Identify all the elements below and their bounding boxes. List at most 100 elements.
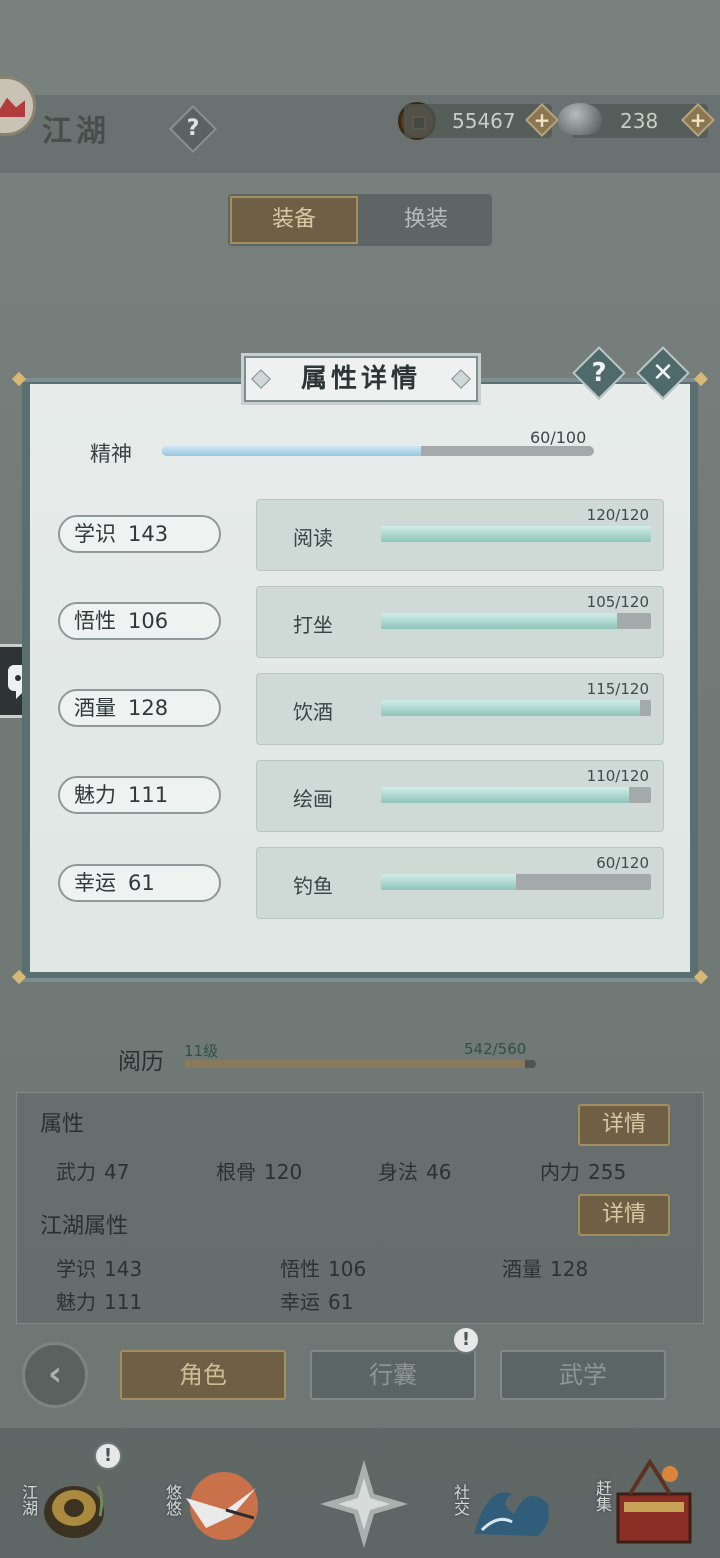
jianghu-attribute-item: 酒量 128 [502,1253,588,1282]
plus-icon: + [533,108,551,132]
stat-label: 魅力 [74,783,116,807]
skill-value: 110/120 [586,767,649,785]
skill-name: 绘画 [293,787,333,811]
star-compass-icon [320,1460,408,1548]
attribute-label: 内力 [540,1160,580,1184]
attributes-heading: 属性 [40,1112,85,1137]
bottom-item-center[interactable] [308,1450,418,1550]
page-title: 江湖 [42,114,110,149]
attribute-item: 武力 47 [56,1156,129,1185]
skill-value: 105/120 [586,593,649,611]
bottom-item-youyou[interactable]: 悠悠 [156,1450,266,1550]
silver-amount: 238 [620,109,659,133]
skill-bar [381,526,651,542]
jianghu-attribute-item: 学识 143 [56,1253,142,1282]
skill-name: 钓鱼 [293,874,333,898]
experience-value: 542/560 [464,1040,527,1058]
stat-label: 学识 [74,522,116,546]
attribute-label: 幸运 [280,1290,320,1314]
stat-pill: 酒量 128 [58,689,221,727]
skill-bar-fill [381,787,629,803]
stat-pill: 悟性 106 [58,602,221,640]
crane-icon [186,1472,258,1540]
skill-bar [381,874,651,890]
skill-bar-fill [381,700,640,716]
wave-icon [474,1492,549,1536]
skill-bar [381,613,651,629]
equip-tabs: 装备 换装 [228,194,492,246]
skill-bar-fill [381,526,651,542]
attribute-value: 111 [104,1290,143,1314]
question-icon: ? [591,358,607,388]
cart-icon [616,1458,692,1544]
plus-icon: + [689,108,707,132]
stat-label: 幸运 [74,871,116,895]
stat-label: 酒量 [74,696,116,720]
stat-value: 143 [128,522,169,546]
skill-card: 打坐 105/120 [256,586,664,658]
attributes-detail-button[interactable]: 详情 [578,1104,670,1146]
bottom-item-market[interactable]: 赶集 [588,1450,698,1550]
stat-pill: 学识 143 [58,515,221,553]
spirit-bar [162,446,594,456]
modal-title-plate: 属性详情 [244,356,478,402]
skill-bar-fill [381,613,618,629]
silver-ingot-icon [558,103,602,135]
attribute-label: 悟性 [280,1257,320,1281]
jianghu-attributes-heading: 江湖属性 [40,1214,129,1239]
bottom-item-label: 赶集 [593,1480,612,1512]
jianghu-detail-button[interactable]: 详情 [578,1194,670,1236]
attribute-label: 学识 [56,1257,96,1281]
attribute-label: 武力 [56,1160,96,1184]
skill-card: 饮酒 115/120 [256,673,664,745]
chevron-left-icon: ‹ [47,1354,62,1394]
attribute-value: 128 [550,1257,589,1281]
skill-name: 打坐 [293,613,333,637]
back-button[interactable]: ‹ [22,1342,88,1408]
stat-pill: 魅力 111 [58,776,221,814]
skill-value: 60/120 [596,854,649,872]
skill-value: 115/120 [586,680,649,698]
skill-name: 阅读 [293,526,333,550]
bottom-item-social[interactable]: 社交 [444,1450,554,1550]
attribute-value: 61 [328,1290,354,1314]
attribute-value: 143 [104,1257,143,1281]
skill-bar [381,700,651,716]
spirit-value: 60/100 [530,428,587,447]
skill-bar [381,787,651,803]
nav-tab-martial-arts[interactable]: 武学 [500,1350,666,1400]
question-icon: ? [186,116,200,141]
tab-outfit[interactable]: 换装 [360,194,492,246]
skill-card: 钓鱼 60/120 [256,847,664,919]
alert-icon: ! [94,1442,122,1470]
attribute-label: 身法 [378,1160,418,1184]
stat-value: 128 [128,696,169,720]
experience-label: 阅历 [118,1049,164,1075]
attribute-label: 根骨 [216,1160,256,1184]
experience-level: 11级 [184,1042,219,1060]
attribute-label: 魅力 [56,1290,96,1314]
attribute-value: 255 [588,1160,627,1184]
skill-bar-fill [381,874,516,890]
attribute-item: 身法 46 [378,1156,451,1185]
attribute-value: 47 [104,1160,130,1184]
bottom-item-label: 社交 [451,1484,470,1516]
lantern-icon [44,1485,104,1538]
bottom-item-label: 悠悠 [163,1484,182,1516]
nav-tab-character[interactable]: 角色 [120,1350,286,1400]
skill-name: 饮酒 [293,700,333,724]
attribute-item: 内力 255 [540,1156,626,1185]
alert-icon: ! [452,1326,480,1354]
stat-pill: 幸运 61 [58,864,221,902]
stat-value: 111 [128,783,169,807]
nav-tab-bag[interactable]: 行囊 [310,1350,476,1400]
close-icon: ✕ [652,358,674,388]
tab-equip[interactable]: 装备 [230,196,358,244]
skill-card: 绘画 110/120 [256,760,664,832]
bottom-item-jianghu[interactable]: 江湖 ! [14,1442,124,1550]
spirit-label: 精神 [90,442,132,466]
mountain-icon [0,97,25,117]
jianghu-attribute-item: 魅力 111 [56,1286,142,1315]
stat-value: 106 [128,609,169,633]
jianghu-attribute-item: 幸运 61 [280,1286,353,1315]
